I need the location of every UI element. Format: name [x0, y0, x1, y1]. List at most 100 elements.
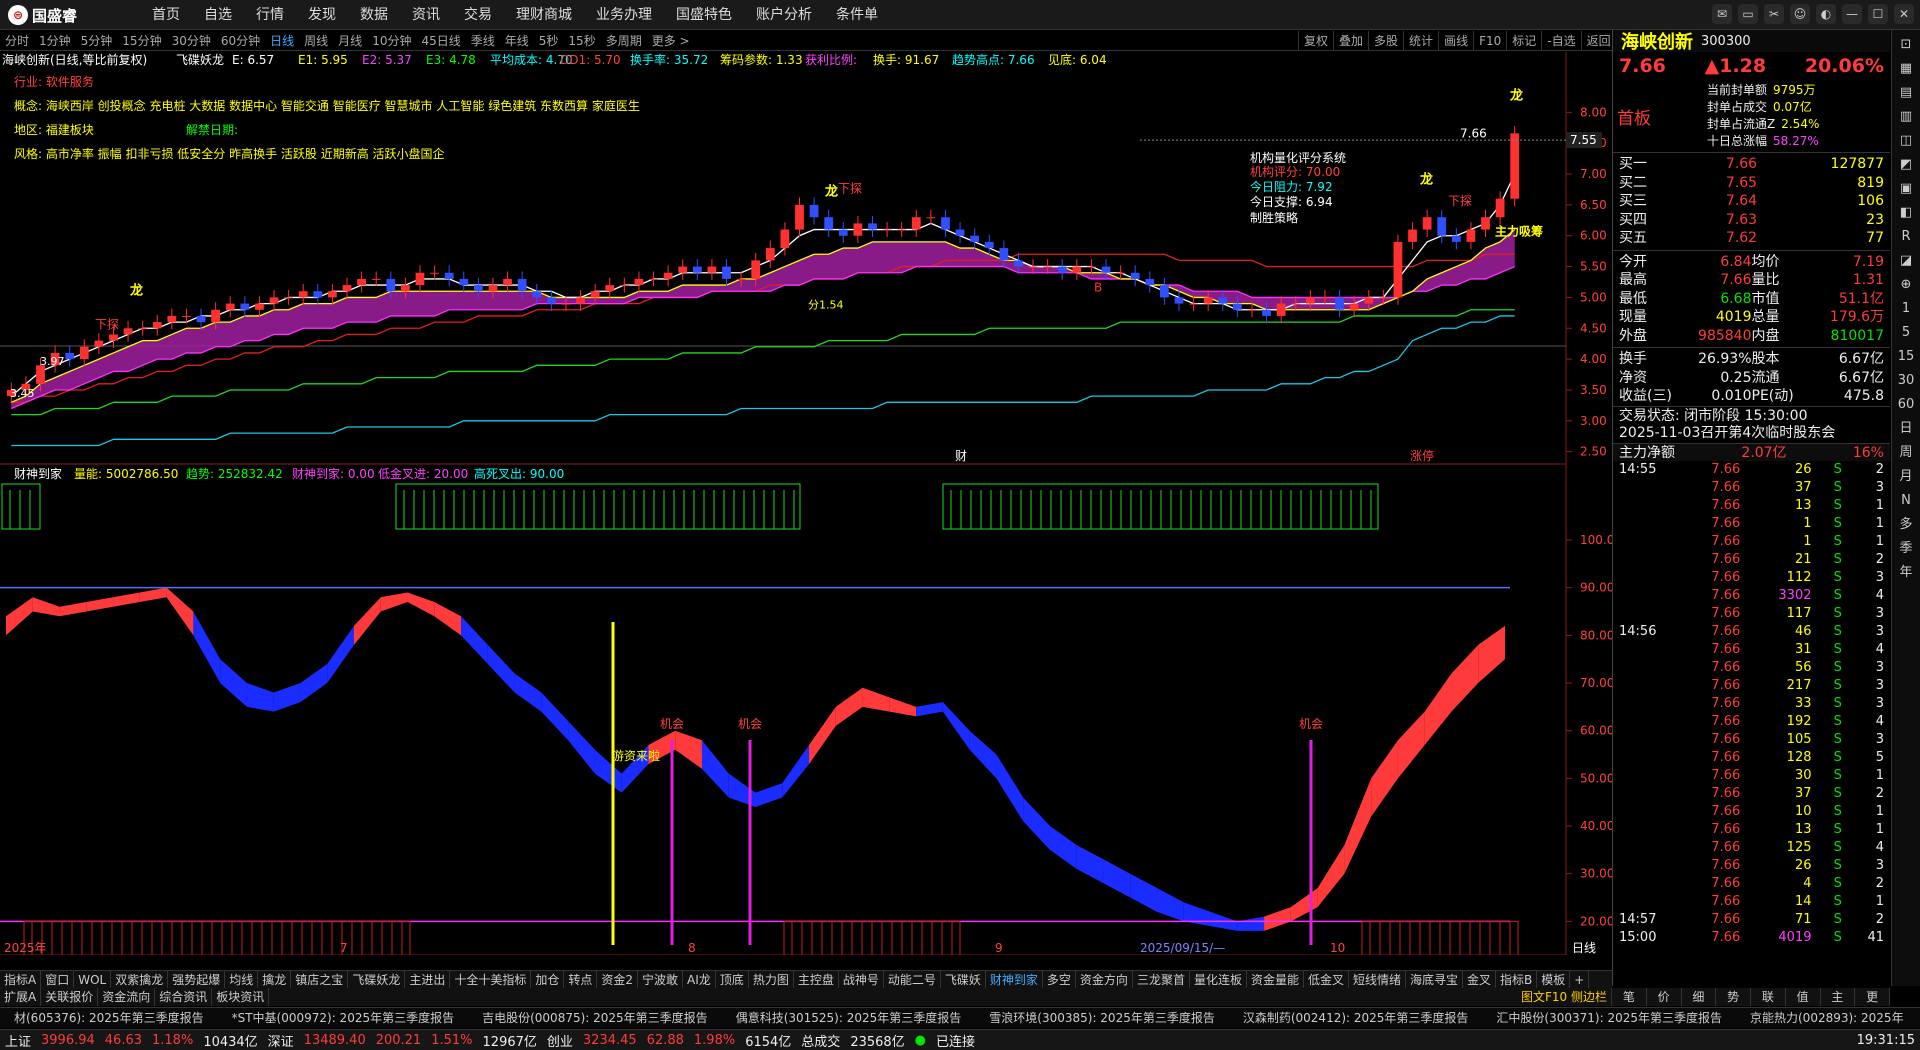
indicator-tab-10[interactable]: 十全十美指标 — [450, 971, 532, 988]
indicator-tab-3[interactable]: 双紫擒龙 — [111, 971, 169, 988]
period-10[interactable]: 45日线 — [416, 31, 465, 51]
chart-tool-0[interactable]: 复权 — [1298, 31, 1333, 51]
indicator-tab-5[interactable]: 均线 — [225, 971, 259, 988]
right-toolbar-item-9[interactable]: ◪ — [1900, 250, 1912, 272]
indicator-tab-25[interactable]: 三龙聚首 — [1133, 971, 1190, 988]
kline-chart[interactable]: 8.007.507.006.506.005.505.004.504.003.50… — [0, 52, 1612, 955]
period-2[interactable]: 5分钟 — [76, 31, 118, 51]
minimize-icon[interactable]: — — [1842, 4, 1862, 24]
right-toolbar-item-10[interactable]: ⊕ — [1901, 274, 1912, 296]
right-toolbar-item-4[interactable]: ◫ — [1900, 130, 1912, 152]
chart-tool-4[interactable]: 画线 — [1438, 31, 1473, 51]
indicator-tab-21[interactable]: 飞碟妖 — [941, 971, 986, 988]
tools-icon[interactable]: ✂ — [1764, 4, 1784, 24]
chart-tool-1[interactable]: 叠加 — [1333, 31, 1368, 51]
news-item[interactable]: 京能热力(002893): 2025年 — [1736, 1008, 1918, 1028]
period-11[interactable]: 季线 — [466, 31, 500, 51]
indicator-tab-9[interactable]: 主进出 — [405, 971, 451, 988]
news-item[interactable]: *ST中基(000972): 2025年第三季度报告 — [218, 1008, 469, 1028]
sidebar-tab-4[interactable]: 联 — [1751, 988, 1786, 1006]
indicator-tab-2[interactable]: WOL — [74, 971, 112, 988]
bid-row[interactable]: 买五 7.62 77 — [1613, 229, 1890, 248]
close-icon[interactable]: ✕ — [1894, 4, 1914, 24]
period-8[interactable]: 月线 — [333, 31, 367, 51]
info-tab-3[interactable]: 综合资讯 — [155, 988, 213, 1006]
sidebar-tab-2[interactable]: 细 — [1682, 988, 1717, 1006]
bid-row[interactable]: 买二 7.65 819 — [1613, 174, 1890, 193]
sidebar-tab-3[interactable]: 势 — [1716, 988, 1751, 1006]
right-toolbar-item-20[interactable]: 多 — [1899, 514, 1912, 536]
news-item[interactable]: 偶意科技(301525): 2025年第三季度报告 — [722, 1008, 976, 1028]
right-toolbar-item-16[interactable]: 日 — [1899, 418, 1912, 440]
indicator-tab-23[interactable]: 多空 — [1043, 971, 1076, 988]
indicator-tab-24[interactable]: 资金方向 — [1076, 971, 1133, 988]
user-icon[interactable]: ☺ — [1790, 4, 1810, 24]
indicator-tab-28[interactable]: 低金叉 — [1304, 971, 1349, 988]
indicator-tab-16[interactable]: 顶底 — [716, 971, 749, 988]
menu-condition[interactable]: 条件单 — [824, 0, 890, 30]
menu-wealth[interactable]: 理财商城 — [504, 0, 584, 30]
menu-market[interactable]: 行情 — [244, 0, 296, 30]
right-toolbar-item-1[interactable]: ▦ — [1900, 58, 1912, 80]
right-toolbar-item-11[interactable]: 1 — [1902, 298, 1910, 320]
menu-news[interactable]: 资讯 — [400, 0, 452, 30]
right-toolbar-item-22[interactable]: 年 — [1899, 562, 1912, 584]
right-toolbar-item-15[interactable]: 60 — [1898, 394, 1915, 416]
sh-label[interactable]: 上证 — [0, 1031, 36, 1050]
indicator-tab-1[interactable]: 窗口 — [41, 971, 75, 988]
menu-special[interactable]: 国盛特色 — [664, 0, 744, 30]
sidebar-tab-5[interactable]: 值 — [1786, 988, 1821, 1006]
sidebar-tab-7[interactable]: 更 — [1855, 988, 1890, 1006]
sz-label[interactable]: 深证 — [263, 1031, 299, 1050]
indicator-tab-26[interactable]: 量化连板 — [1190, 971, 1247, 988]
right-toolbar-item-3[interactable]: ▥ — [1900, 106, 1912, 128]
indicator-tab-29[interactable]: 短线情绪 — [1349, 971, 1407, 988]
info-tab-4[interactable]: 板块资讯 — [212, 988, 270, 1006]
sidebar-tab-0[interactable]: 笔 — [1612, 988, 1647, 1006]
maximize-icon[interactable]: ☐ — [1868, 4, 1888, 24]
indicator-tab-14[interactable]: 宁波敢 — [638, 971, 684, 988]
indicator-tab-18[interactable]: 主控盘 — [794, 971, 839, 988]
period-16[interactable]: 更多 > — [647, 31, 695, 51]
chart-tool-2[interactable]: 多股 — [1368, 31, 1403, 51]
menu-trade[interactable]: 交易 — [452, 0, 504, 30]
notice[interactable]: 2025-11-03召开第4次临时股东会 — [1613, 424, 1890, 443]
info-tab-2[interactable]: 资金流向 — [98, 988, 156, 1006]
right-toolbar-item-6[interactable]: ▣ — [1900, 178, 1912, 200]
sidebar-tab-6[interactable]: 主 — [1821, 988, 1856, 1006]
chart-tool-7[interactable]: -自选 — [1541, 31, 1580, 51]
right-toolbar-item-5[interactable]: ◩ — [1900, 154, 1912, 176]
indicator-tab-8[interactable]: 飞碟妖龙 — [348, 971, 406, 988]
news-item[interactable]: 材(605376): 2025年第三季度报告 — [0, 1008, 218, 1028]
news-item[interactable]: 汉森制药(002412): 2025年第三季度报告 — [1229, 1008, 1483, 1028]
message-icon[interactable]: ✉ — [1712, 4, 1732, 24]
indicator-tab-11[interactable]: 加仓 — [531, 971, 565, 988]
period-13[interactable]: 5秒 — [534, 31, 564, 51]
period-14[interactable]: 15秒 — [563, 31, 600, 51]
chart-tool-5[interactable]: F10 — [1473, 31, 1506, 51]
period-12[interactable]: 年线 — [500, 31, 534, 51]
chart-tool-3[interactable]: 统计 — [1403, 31, 1438, 51]
right-toolbar-item-0[interactable]: ⊡ — [1901, 34, 1912, 56]
period-3[interactable]: 15分钟 — [117, 31, 166, 51]
indicator-tab-12[interactable]: 转点 — [564, 971, 598, 988]
indicator-tab-0[interactable]: 指标A — [0, 971, 42, 988]
indicator-tab-32[interactable]: 指标B — [1496, 971, 1538, 988]
right-toolbar-item-12[interactable]: 5 — [1902, 322, 1910, 344]
sidebar-tab-1[interactable]: 价 — [1647, 988, 1682, 1006]
indicator-tab-7[interactable]: 镇店之宝 — [291, 971, 349, 988]
period-1[interactable]: 1分钟 — [34, 31, 76, 51]
menu-data[interactable]: 数据 — [348, 0, 400, 30]
menu-home[interactable]: 首页 — [140, 0, 192, 30]
right-toolbar-item-7[interactable]: ◧ — [1900, 202, 1912, 224]
news-item[interactable]: 汇中股份(300371): 2025年第三季度报告 — [1482, 1008, 1736, 1028]
indicator-tab-31[interactable]: 金叉 — [1463, 971, 1497, 988]
indicator-tab-6[interactable]: 擒龙 — [258, 971, 292, 988]
period-9[interactable]: 10分钟 — [367, 31, 416, 51]
indicator-tab-17[interactable]: 热力图 — [749, 971, 794, 988]
right-toolbar-item-17[interactable]: 周 — [1899, 442, 1912, 464]
screen-icon[interactable]: ▭ — [1738, 4, 1758, 24]
indicator-tab-27[interactable]: 资金量能 — [1247, 971, 1304, 988]
indicator-tab-22[interactable]: 财神到家 — [986, 971, 1043, 988]
news-item[interactable]: 吉电股份(000875): 2025年第三季度报告 — [468, 1008, 722, 1028]
